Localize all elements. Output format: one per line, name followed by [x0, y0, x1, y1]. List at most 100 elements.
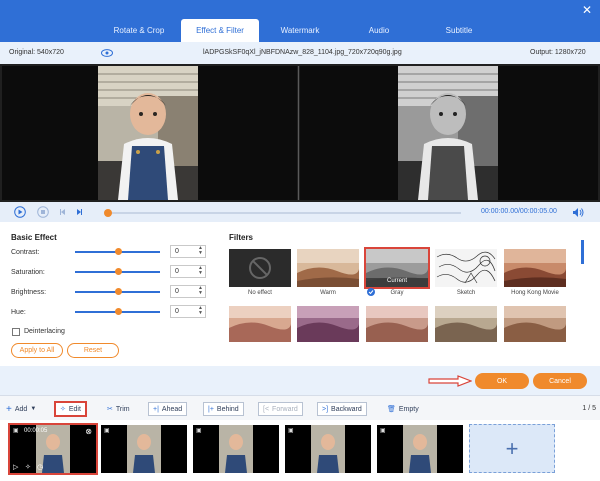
output-size: Output: 1280x720: [530, 49, 586, 56]
hue-thumb[interactable]: [115, 308, 122, 315]
clip-4[interactable]: ▣: [285, 425, 371, 473]
file-name: lADPGSkSF0qXl_jNBFDNAzw_828_1104.jpg_720…: [203, 49, 402, 56]
filter-gray[interactable]: Current: [364, 247, 430, 289]
original-photo: [98, 66, 198, 200]
reset-button[interactable]: Reset: [67, 343, 119, 358]
output-preview-pane: [300, 66, 598, 200]
forward-button[interactable]: [< Forward: [258, 402, 303, 416]
filter-warm[interactable]: [297, 249, 359, 287]
arrow-annotation-icon: [428, 375, 472, 387]
tab-bar: Rotate & Crop Effect & Filter Watermark …: [0, 0, 600, 42]
image-icon: ▣: [196, 428, 202, 434]
hue-slider[interactable]: [75, 308, 160, 315]
image-icon: ▣: [288, 428, 294, 434]
saturation-thumb[interactable]: [115, 268, 122, 275]
tab-effect-filter[interactable]: Effect & Filter: [181, 19, 259, 42]
filtered-photo: [398, 66, 498, 200]
filter-row2-3[interactable]: [366, 306, 428, 342]
stepper-arrows-icon[interactable]: ▲ ▼: [198, 306, 203, 316]
filter-row2-5[interactable]: [504, 306, 566, 342]
saturation-slider[interactable]: [75, 268, 160, 275]
backward-button[interactable]: >] Backward: [317, 402, 367, 416]
contrast-slider[interactable]: [75, 248, 160, 255]
progress-thumb[interactable]: [104, 209, 112, 217]
image-icon: ▣: [13, 428, 19, 434]
filter-row2-1[interactable]: [229, 306, 291, 342]
brightness-value[interactable]: 0 ▲ ▼: [170, 285, 206, 298]
contrast-thumb[interactable]: [115, 248, 122, 255]
filter-hong-kong-movie-label: Hong Kong Movie: [511, 290, 559, 296]
filter-no-effect[interactable]: [229, 249, 291, 287]
deinterlacing-checkbox[interactable]: [12, 328, 20, 336]
preview-divider: [298, 66, 299, 200]
ahead-button[interactable]: +| Ahead: [148, 402, 188, 416]
trim-button[interactable]: ✂ Trim: [103, 402, 134, 416]
filters-scrollbar[interactable]: [581, 240, 584, 264]
cancel-button[interactable]: Cancel: [533, 373, 587, 389]
plus-icon: +: [505, 435, 519, 461]
no-effect-icon: [249, 257, 271, 279]
filter-no-effect-label: No effect: [248, 290, 272, 296]
time-readout: 00:00:00.00/00:00:05.00: [481, 208, 557, 215]
contrast-value[interactable]: 0 ▲ ▼: [170, 245, 206, 258]
plus-bar-icon: +|: [153, 405, 159, 413]
tab-audio[interactable]: Audio: [342, 19, 416, 42]
apply-to-all-button[interactable]: Apply to All: [11, 343, 63, 358]
filter-sketch[interactable]: [435, 249, 497, 287]
filters-title: Filters: [229, 233, 254, 242]
filter-hong-kong-movie[interactable]: [504, 249, 566, 287]
tab-rotate-crop[interactable]: Rotate & Crop: [100, 19, 178, 42]
filter-row2-2[interactable]: [297, 306, 359, 342]
edit-button[interactable]: ✧ Edit: [54, 401, 87, 417]
brightness-slider[interactable]: [75, 288, 160, 295]
clip-5[interactable]: ▣: [377, 425, 463, 473]
brightness-thumb[interactable]: [115, 288, 122, 295]
stepper-arrows-icon[interactable]: ▲ ▼: [198, 246, 203, 256]
clip-3[interactable]: ▣: [193, 425, 279, 473]
add-button[interactable]: + Add ▼: [2, 402, 40, 416]
clock-small-icon[interactable]: ◷: [37, 463, 43, 471]
empty-button[interactable]: 🗑 Empty: [383, 402, 423, 416]
hue-value[interactable]: 0 ▲ ▼: [170, 305, 206, 318]
stop-icon[interactable]: [37, 206, 49, 218]
page-indicator: 1 / 5: [582, 405, 596, 412]
next-frame-icon[interactable]: [73, 206, 85, 218]
filter-row2-4[interactable]: [435, 306, 497, 342]
scissors-icon: ✂: [107, 406, 113, 413]
effect-small-icon[interactable]: ✧: [25, 463, 31, 471]
preview-area: [0, 64, 600, 202]
eye-icon[interactable]: [101, 49, 113, 57]
magic-wand-icon: ✧: [60, 406, 66, 413]
edit-dialog: Rotate & Crop Effect & Filter Watermark …: [0, 0, 600, 395]
plus-icon: +: [6, 403, 12, 415]
behind-button[interactable]: |+ Behind: [203, 402, 244, 416]
play-icon[interactable]: [14, 206, 26, 218]
close-clip-icon[interactable]: ⊗: [85, 427, 92, 436]
play-small-icon[interactable]: ▷: [13, 463, 18, 471]
filter-sketch-label: Sketch: [456, 290, 476, 296]
volume-icon[interactable]: [572, 207, 584, 218]
close-icon[interactable]: ✕: [582, 3, 592, 17]
stepper-arrows-icon[interactable]: ▲ ▼: [198, 266, 203, 276]
image-icon: ▣: [104, 428, 110, 434]
dropdown-arrow-icon[interactable]: ▼: [30, 406, 36, 412]
add-clip-tile[interactable]: +: [469, 424, 555, 473]
filter-gray-label: Gray: [390, 290, 404, 296]
stepper-arrows-icon[interactable]: ▲ ▼: [198, 286, 203, 296]
tab-subtitle[interactable]: Subtitle: [420, 19, 498, 42]
clip-2[interactable]: ▣: [101, 425, 187, 473]
forward-bracket-icon: [<: [263, 405, 270, 413]
progress-slider[interactable]: [104, 209, 461, 217]
saturation-label: Saturation:: [11, 269, 45, 276]
info-bar: Original: 540x720 lADPGSkSF0qXl_jNBFDNAz…: [0, 42, 600, 64]
saturation-value[interactable]: 0 ▲ ▼: [170, 265, 206, 278]
previous-frame-icon[interactable]: [57, 206, 69, 218]
bar-plus-icon: |+: [208, 405, 214, 413]
original-size: Original: 540x720: [9, 49, 64, 56]
main-toolbar: + Add ▼ ✧ Edit ✂ Trim +| Ahead |+ Behind…: [0, 395, 600, 420]
clip-1[interactable]: 00:00:05 ▣ ⊗ ▷ ✧ ◷: [8, 423, 98, 475]
filter-warm-label: Warm: [320, 290, 336, 296]
tab-watermark[interactable]: Watermark: [262, 19, 338, 42]
clip-strip: 00:00:05 ▣ ⊗ ▷ ✧ ◷ ▣ ▣ ▣ ▣ +: [0, 420, 600, 481]
ok-button[interactable]: OK: [475, 373, 529, 389]
